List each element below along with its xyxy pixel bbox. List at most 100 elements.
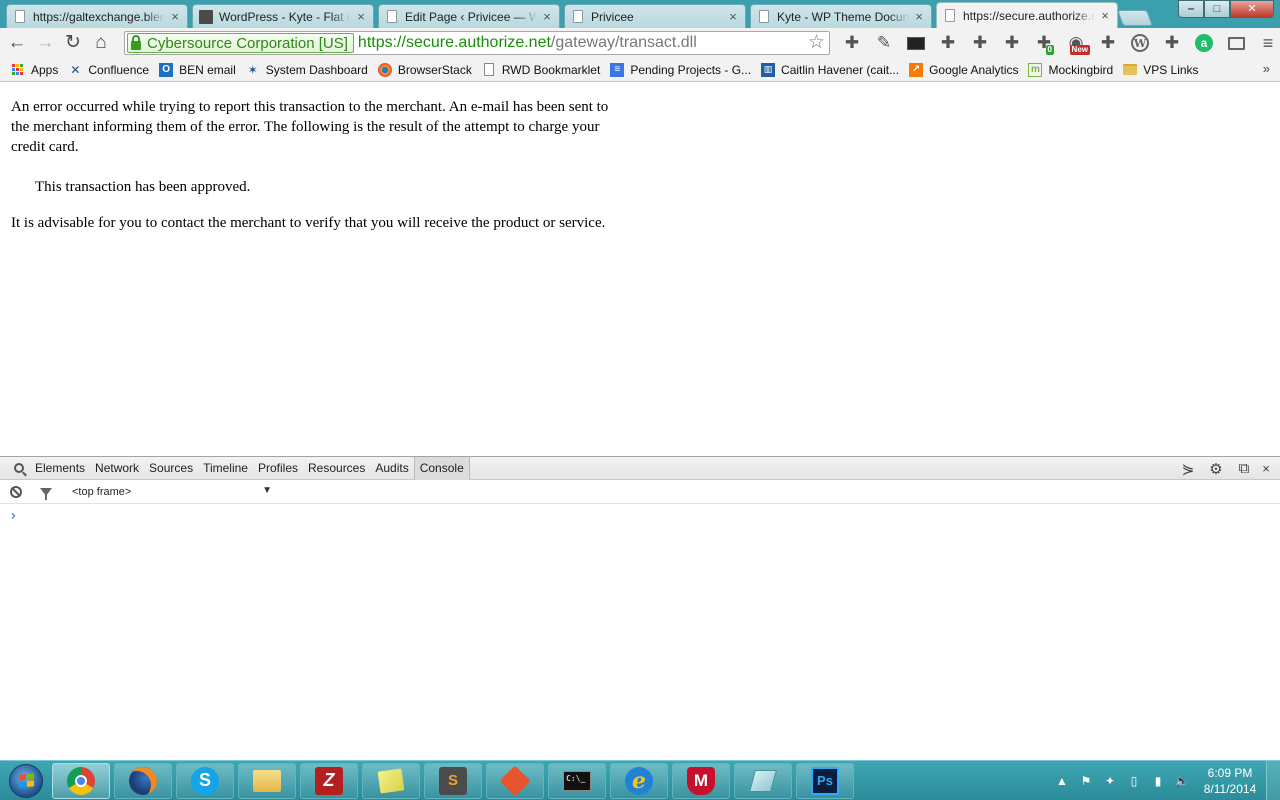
back-button[interactable]: ← (3, 30, 31, 56)
taskbar-git[interactable] (486, 762, 544, 799)
volume-icon[interactable]: 🔈 (1170, 774, 1194, 788)
tab-privicee[interactable]: Privicee × (564, 4, 746, 28)
clear-console-icon[interactable] (10, 485, 22, 498)
puzzle-extension-icon[interactable]: ✚ (964, 31, 996, 55)
taskbar-filezilla[interactable]: Z (300, 762, 358, 799)
tab-close-icon[interactable]: × (355, 9, 367, 24)
new-tab-button[interactable] (1117, 10, 1153, 26)
action-center-flag-icon[interactable]: ⚑ (1074, 774, 1098, 788)
minimize-button[interactable]: ‒ (1178, 0, 1204, 18)
network-signal-icon[interactable]: ▮ (1146, 774, 1170, 788)
tab-close-icon[interactable]: × (169, 9, 181, 24)
power-icon[interactable]: ▯ (1122, 774, 1146, 788)
show-desktop-button[interactable] (1266, 761, 1280, 800)
bookmark-star-icon[interactable]: ☆ (808, 32, 825, 54)
tab-close-icon[interactable]: × (541, 9, 553, 24)
system-clock[interactable]: 6:09 PM 8/11/2014 (1200, 765, 1260, 797)
devtools-tab-elements[interactable]: Elements (30, 457, 90, 480)
cast-icon[interactable] (1220, 31, 1252, 55)
puzzle-extension-icon[interactable]: ✚ (996, 31, 1028, 55)
taskbar-photoshop[interactable]: Ps (796, 762, 854, 799)
inspect-search-icon[interactable] (0, 461, 30, 476)
extension-badge: New (1069, 45, 1090, 55)
puzzle-extension-icon[interactable]: ✚ (1092, 31, 1124, 55)
taskbar-firefox[interactable] (114, 762, 172, 799)
new-extension-icon[interactable]: ◉ New (1060, 31, 1092, 55)
apps-grid-icon (11, 63, 25, 77)
bookmark-caitlin-havener[interactable]: ▥ Caitlin Havener (cait... (756, 60, 904, 80)
frame-selector[interactable]: <top frame> ▼ (72, 485, 272, 498)
tab-close-icon[interactable]: × (1099, 8, 1111, 23)
eyedropper-extension-icon[interactable]: ✎ (868, 31, 900, 55)
taskbar-chrome[interactable] (52, 762, 110, 799)
taskbar-ipad-app[interactable] (734, 762, 792, 799)
extension-icons: ✚ ✎ ✚ ✚ ✚ ✚ 0 ◉ New ✚ W ✚ a ≡ (836, 31, 1280, 55)
bookmark-system-dashboard[interactable]: ✶ System Dashboard (241, 60, 373, 80)
url-path: /gateway/transact.dll (550, 34, 697, 51)
wordpress-extension-icon[interactable]: W (1124, 31, 1156, 55)
taskbar-sublime-text[interactable]: S (424, 762, 482, 799)
bookmark-rwd-bookmarklet[interactable]: RWD Bookmarklet (477, 60, 605, 80)
taskbar-file-explorer[interactable] (238, 762, 296, 799)
puzzle-extension-icon[interactable]: ✚ (932, 31, 964, 55)
maximize-button[interactable]: □ (1204, 0, 1230, 18)
bookmark-browserstack[interactable]: BrowserStack (373, 60, 477, 80)
start-button[interactable] (4, 761, 48, 800)
filezilla-icon: Z (315, 766, 343, 795)
address-bar[interactable]: Cybersource Corporation [US] https://sec… (124, 31, 830, 55)
terminal-extension-icon[interactable] (900, 31, 932, 55)
browserstack-icon (377, 62, 392, 77)
console-drawer-icon[interactable]: ⋟ (1174, 460, 1202, 478)
url-text[interactable]: https://secure.authorize.net/gateway/tra… (358, 34, 697, 52)
taskbar-skype[interactable]: S (176, 762, 234, 799)
bookmark-ben-email[interactable]: O BEN email (154, 60, 241, 80)
taskbar-command-prompt[interactable]: C:\_ (548, 762, 606, 799)
devtools-tab-profiles[interactable]: Profiles (253, 457, 303, 480)
bookmarks-overflow-button[interactable]: » (1263, 61, 1270, 76)
ev-certificate-badge[interactable]: Cybersource Corporation [US] (127, 33, 354, 53)
tab-galtexchange[interactable]: https://galtexchange.blender × (6, 4, 188, 28)
devtools-tab-resources[interactable]: Resources (303, 457, 370, 480)
devtools-tab-console[interactable]: Console (413, 456, 470, 480)
devtools-tab-sources[interactable]: Sources (144, 457, 198, 480)
puzzle-extension-icon[interactable]: ✚ (836, 31, 868, 55)
dropbox-icon[interactable]: ✦ (1098, 774, 1122, 788)
counter-extension-icon[interactable]: ✚ 0 (1028, 31, 1060, 55)
grammarly-extension-icon[interactable]: a (1188, 31, 1220, 55)
bookmark-google-analytics[interactable]: ↗ Google Analytics (904, 60, 1023, 80)
home-button[interactable]: ⌂ (87, 30, 115, 56)
reload-button[interactable]: ↻ (59, 30, 87, 56)
tab-close-icon[interactable]: × (913, 9, 925, 24)
close-devtools-icon[interactable]: × (1258, 461, 1274, 476)
taskbar-internet-explorer[interactable]: e (610, 762, 668, 799)
taskbar-sticky-notes[interactable] (362, 762, 420, 799)
bookmark-confluence[interactable]: ✕ Confluence (63, 60, 154, 80)
chrome-menu-icon[interactable]: ≡ (1252, 31, 1280, 55)
error-message: An error occurred while trying to report… (11, 99, 609, 155)
bookmark-pending-projects[interactable]: ≡ Pending Projects - G... (605, 60, 756, 80)
extension-badge: 0 (1045, 45, 1054, 55)
bookmark-apps[interactable]: Apps (6, 60, 63, 80)
taskbar-mcafee[interactable]: M (672, 762, 730, 799)
devtools-tab-network[interactable]: Network (90, 457, 144, 480)
tab-authorize-net[interactable]: https://secure.authorize.net × (936, 2, 1118, 28)
bookmark-vps-links[interactable]: VPS Links (1118, 60, 1203, 80)
tab-strip: https://galtexchange.blender × WordPress… (0, 0, 1280, 28)
devtools-tab-audits[interactable]: Audits (370, 457, 413, 480)
document-icon (385, 10, 399, 24)
forward-button[interactable]: → (31, 30, 59, 56)
show-hidden-icons-icon[interactable]: ▲ (1050, 774, 1074, 788)
tab-wordpress-kyte[interactable]: WordPress - Kyte - Flat Clean × (192, 4, 374, 28)
console-prompt[interactable]: › (0, 504, 1280, 524)
tab-kyte-docs[interactable]: Kyte - WP Theme Documentation × (750, 4, 932, 28)
filter-icon[interactable] (40, 487, 52, 500)
settings-gear-icon[interactable]: ⚙ (1202, 460, 1230, 478)
tab-close-icon[interactable]: × (727, 9, 739, 24)
bookmark-mockingbird[interactable]: m Mockingbird (1023, 60, 1118, 80)
devtools-tab-timeline[interactable]: Timeline (198, 457, 253, 480)
tab-edit-page-privicee[interactable]: Edit Page ‹ Privicee — WordPress × (378, 4, 560, 28)
close-window-button[interactable]: ✕ (1230, 0, 1274, 18)
dock-side-icon[interactable]: ⧉ (1230, 460, 1258, 477)
internet-explorer-icon: e (625, 766, 653, 795)
puzzle-extension-icon[interactable]: ✚ (1156, 31, 1188, 55)
